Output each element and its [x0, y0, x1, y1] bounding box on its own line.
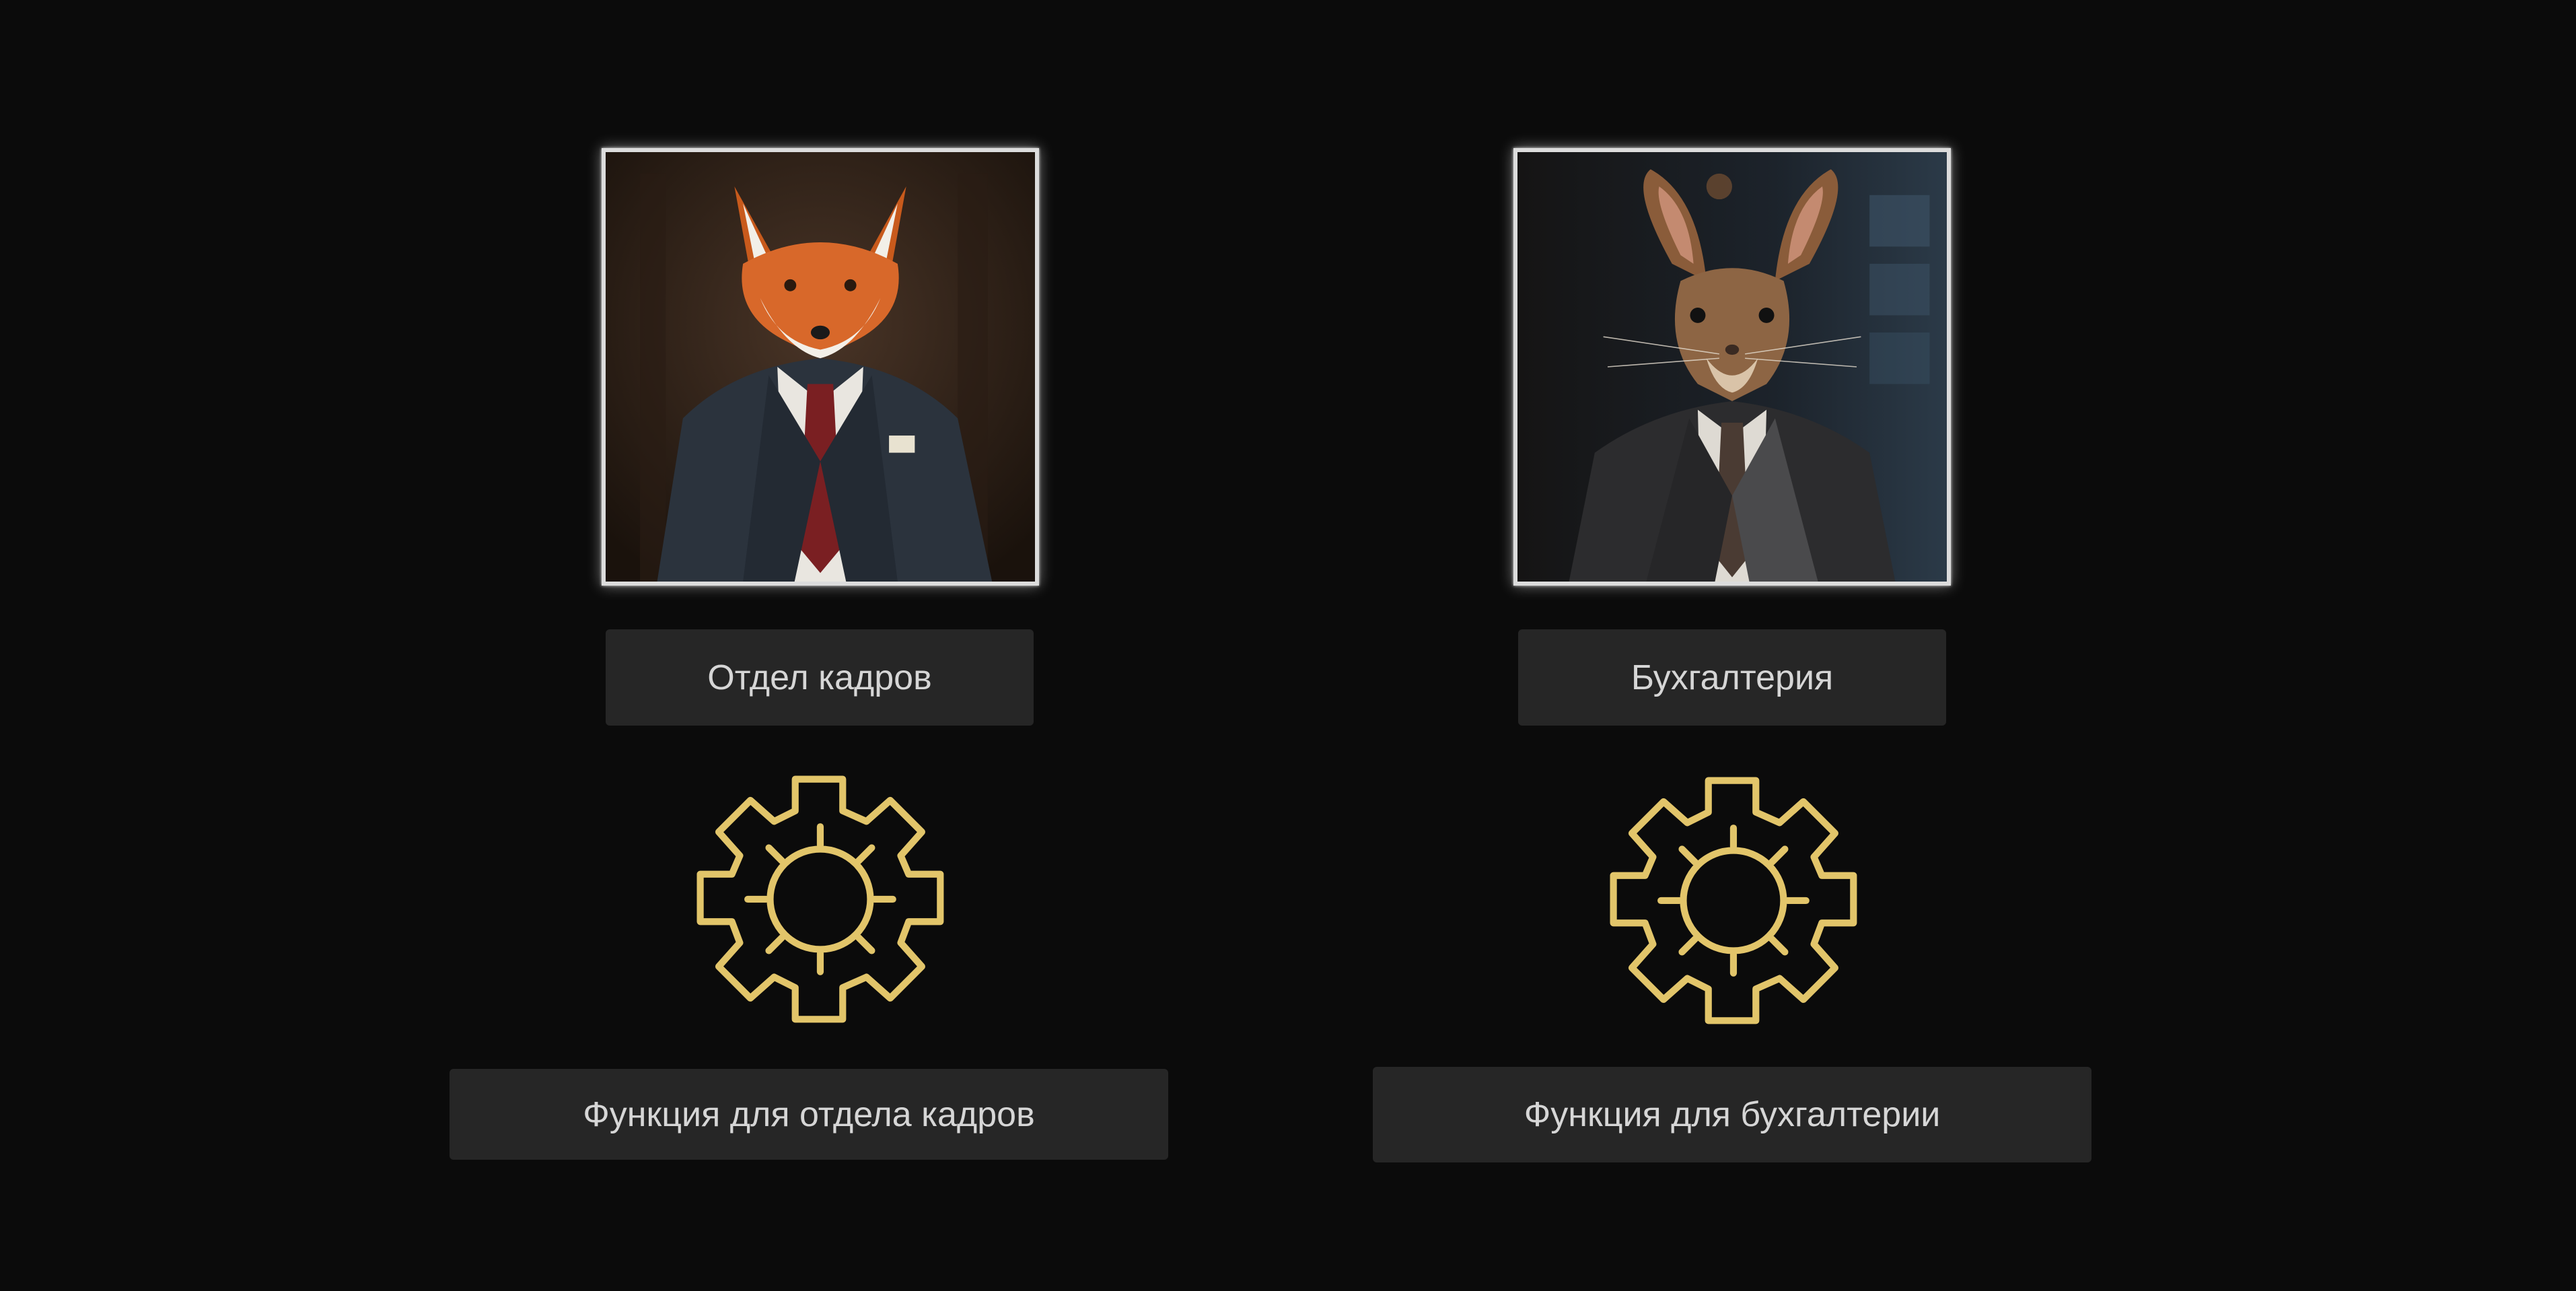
accounting-gear-icon[interactable] — [1600, 767, 1864, 1031]
accounting-function-button[interactable]: Функция для бухгалтерии — [1373, 1067, 2091, 1162]
gear-icon — [1610, 777, 1857, 1024]
fox-in-suit-image — [606, 152, 1035, 582]
accounting-department-button[interactable]: Бухгалтерия — [1518, 629, 1946, 726]
hare-in-suit-image — [1517, 152, 1947, 582]
hr-gear-icon[interactable] — [687, 766, 951, 1030]
accounting-portrait — [1513, 148, 1951, 586]
hr-portrait — [602, 148, 1039, 586]
hr-function-button[interactable]: Функция для отдела кадров — [450, 1069, 1168, 1160]
gear-icon — [696, 775, 944, 1023]
hr-department-button[interactable]: Отдел кадров — [606, 629, 1034, 726]
